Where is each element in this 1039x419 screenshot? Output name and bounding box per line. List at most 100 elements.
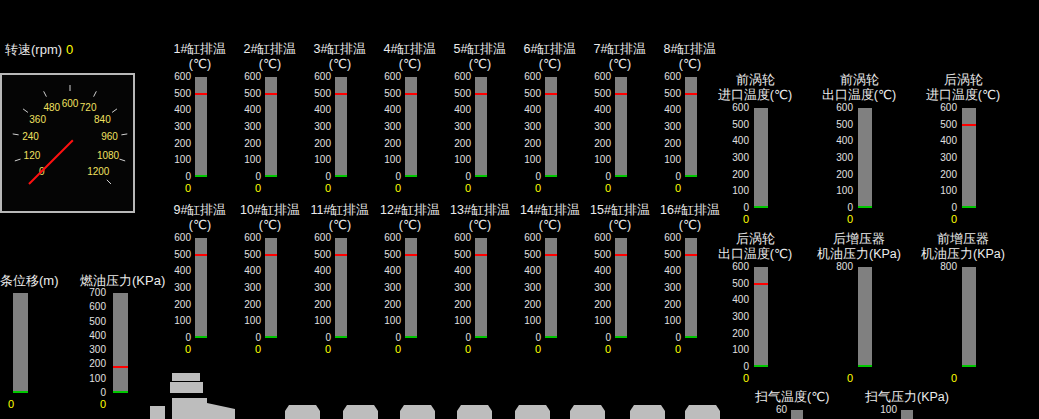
- gauge: 4#缸排温(℃)60050040030020010000: [375, 42, 445, 194]
- scale-label: 0: [445, 333, 471, 343]
- gauge-track: [475, 77, 487, 177]
- gauge-scale: 6005004003002001000: [725, 262, 749, 372]
- gauge-track: [405, 77, 417, 177]
- gauge-body: 6005004003002001000: [305, 233, 375, 343]
- gauge-value: 0: [515, 182, 541, 194]
- gauge-value: 0: [725, 372, 749, 384]
- gauge: 条位移(m)0: [0, 273, 80, 410]
- title-line: 前涡轮: [703, 73, 807, 88]
- gauge-value: 0: [445, 182, 471, 194]
- gauge: 前增压器机油压力(KPa)8000: [911, 232, 1015, 384]
- alarm-marker: [545, 93, 557, 95]
- rpm-value: 0: [66, 42, 73, 57]
- scale-label: 200: [235, 300, 261, 310]
- gauge-value: 0: [933, 372, 957, 384]
- cylinder-shape: [400, 405, 435, 419]
- engine-shape: [172, 398, 207, 419]
- gauge-fill: [265, 175, 277, 177]
- scale-label: 400: [585, 266, 611, 276]
- gauge-fill: [754, 365, 768, 367]
- alarm-marker: [265, 254, 277, 256]
- gauge-scale: 6005004003002001000: [165, 72, 191, 182]
- gauge: 3#缸排温(℃)60050040030020010000: [305, 42, 375, 194]
- gauge-track: [195, 77, 207, 177]
- scale-label: 0: [86, 388, 106, 398]
- gauge-track: [754, 108, 768, 208]
- scale-label: 200: [305, 300, 331, 310]
- dial-label: 600: [62, 98, 79, 109]
- scale-label: 600: [305, 233, 331, 243]
- scale-label: 400: [375, 105, 401, 115]
- gauge-body: 6005004003002001000: [515, 233, 585, 343]
- gauge-track: [335, 238, 347, 338]
- dial-label: 960: [101, 131, 118, 142]
- scale-label: 100: [165, 155, 191, 165]
- gauge-fill: [113, 391, 128, 393]
- scale-label: 300: [375, 283, 401, 293]
- scale-label: 300: [235, 122, 261, 132]
- scale-label: 300: [165, 122, 191, 132]
- title-line: 14#缸排温: [515, 203, 585, 218]
- scale-label: 0: [445, 172, 471, 182]
- unit-line: (℃): [445, 218, 515, 233]
- scale-label: 400: [515, 266, 541, 276]
- gauge-scale: 6005004003002001000: [375, 233, 401, 343]
- gauge: 10#缸排温(℃)60050040030020010000: [235, 203, 305, 355]
- gauge-fill: [195, 175, 207, 177]
- subtitle-line: 出口温度(℃): [807, 88, 911, 103]
- scale-label: 500: [585, 89, 611, 99]
- scale-label: 0: [725, 203, 749, 213]
- gauge-fill: [545, 336, 557, 338]
- gauge-body: 6005004003002001000: [703, 262, 807, 372]
- title-line: 11#缸排温: [305, 203, 375, 218]
- cylinder-shape: [630, 405, 665, 419]
- gauge-title: 2#缸排温(℃): [235, 42, 305, 72]
- scale-label: 400: [515, 105, 541, 115]
- gauge-value: 0: [445, 343, 471, 355]
- scale-label: 300: [375, 122, 401, 132]
- alarm-marker: [754, 283, 768, 285]
- subtitle-line: 进口温度(℃): [703, 88, 807, 103]
- dial-label: 240: [22, 131, 39, 142]
- scale-label: 400: [165, 266, 191, 276]
- scale-label: 500: [445, 89, 471, 99]
- gauge-value: 0: [0, 398, 80, 410]
- scale-label: 600: [515, 72, 541, 82]
- gauge: 扫气温度(℃)60: [755, 390, 865, 419]
- gauge-body: 7006005004003002001000: [80, 288, 165, 398]
- scale-label: 100: [655, 316, 681, 326]
- gauge-track: [195, 238, 207, 338]
- dial-label: 480: [43, 102, 60, 113]
- gauge-track: [858, 108, 872, 208]
- title-line: 燃油压力(KPa): [80, 273, 165, 288]
- scale-label: 100: [515, 155, 541, 165]
- gauge-track: [545, 238, 557, 338]
- scale-label: 600: [515, 233, 541, 243]
- gauge-fill: [615, 336, 627, 338]
- scale-label: 200: [305, 139, 331, 149]
- alarm-marker: [615, 254, 627, 256]
- scale-label: 400: [725, 295, 749, 305]
- gauge-body: 6005004003002001000: [375, 233, 445, 343]
- scale-label: 200: [235, 139, 261, 149]
- scale-label: 400: [829, 136, 853, 146]
- dial-needle: [29, 140, 73, 184]
- gauge-body: 6005004003002001000: [655, 233, 725, 343]
- scale-label: 0: [305, 172, 331, 182]
- scale-label: 100: [445, 155, 471, 165]
- alarm-marker: [615, 93, 627, 95]
- gauge-track: [901, 410, 913, 419]
- scale-label: 300: [305, 122, 331, 132]
- gauge-fill: [685, 336, 697, 338]
- gauge-scale: 6005004003002001000: [655, 72, 681, 182]
- scale-label: 600: [725, 262, 749, 272]
- gauge: 6#缸排温(℃)60050040030020010000: [515, 42, 585, 194]
- title-line: 5#缸排温: [445, 42, 515, 57]
- alarm-marker: [405, 93, 417, 95]
- title-line: 前涡轮: [807, 73, 911, 88]
- left-gauges: 条位移(m)0燃油压力(KPa)70060050040030020010000: [0, 273, 165, 410]
- cylinder-shape: [343, 405, 378, 419]
- scale-label: 100: [873, 405, 897, 415]
- gauge: 1#缸排温(℃)60050040030020010000: [165, 42, 235, 194]
- scale-label: 600: [165, 233, 191, 243]
